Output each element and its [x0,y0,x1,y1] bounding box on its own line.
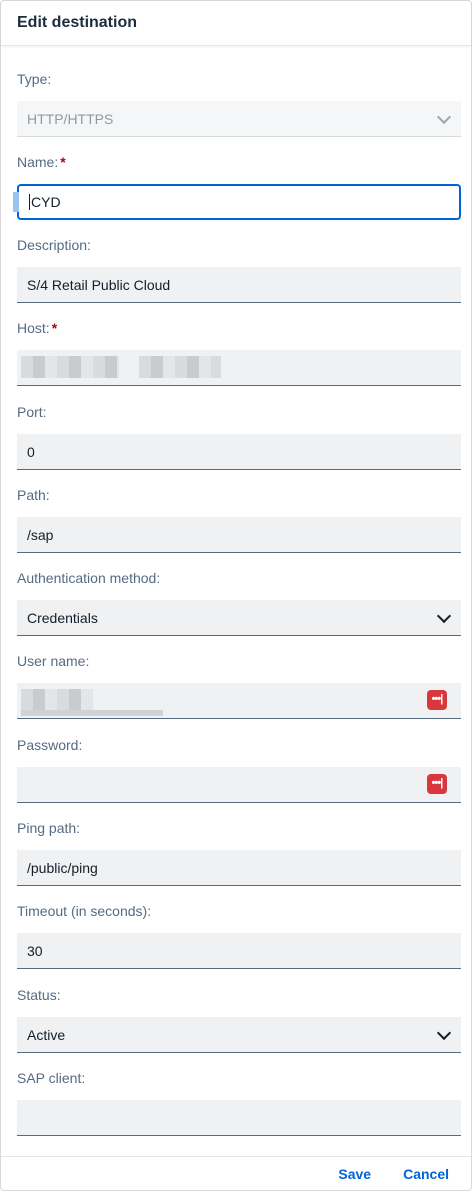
name-label: Name: * [17,154,66,170]
port-input[interactable]: 0 [17,434,461,470]
type-label: Type: [17,71,52,87]
name-input[interactable]: CYD [13,184,461,220]
description-input[interactable]: S/4 Retail Public Cloud [17,267,461,303]
auth-method-select[interactable]: Credentials [17,600,461,636]
port-field: Port: 0 [17,402,461,470]
required-marker: * [51,320,58,336]
auth-method-field: Authentication method: Credentials [17,568,461,636]
path-label: Path: [17,487,50,503]
status-field: Status: Active [17,985,461,1053]
type-field: Type: HTTP/HTTPS [17,69,461,137]
redacted-text [21,689,93,711]
timeout-label: Timeout (in seconds): [17,903,152,919]
chevron-down-icon [436,109,452,124]
host-label: Host: * [17,320,58,336]
redacted-text [21,356,119,378]
username-field: User name: •••| [17,651,461,719]
text-cursor [29,194,30,210]
password-field: Password: •••| [17,735,461,803]
chevron-down-icon[interactable] [436,608,452,623]
status-value: Active [27,1026,66,1043]
password-input[interactable]: •••| [17,767,461,803]
dialog-title: Edit destination [17,14,137,31]
timeout-value: 30 [27,942,43,959]
dialog-header: Edit destination [1,1,471,46]
name-value: CYD [31,194,61,210]
status-select[interactable]: Active [17,1017,461,1053]
password-manager-icon[interactable]: •••| [427,690,447,710]
timeout-field: Timeout (in seconds): 30 [17,901,461,969]
type-value: HTTP/HTTPS [27,110,114,127]
password-manager-icon[interactable]: •••| [427,774,447,794]
auth-method-label: Authentication method: [17,570,161,586]
ping-path-input[interactable]: /public/ping [17,850,461,886]
focus-indicator [13,192,19,212]
type-select: HTTP/HTTPS [17,101,461,137]
redacted-text [21,710,163,716]
sap-client-field: SAP client: [17,1068,461,1136]
path-input[interactable]: /sap [17,517,461,553]
edit-destination-dialog: Edit destination Type: HTTP/HTTPS Name: *… [0,0,472,1191]
sap-client-input[interactable] [17,1100,461,1136]
username-label: User name: [17,653,90,669]
sap-client-label: SAP client: [17,1070,86,1086]
ping-path-field: Ping path: /public/ping [17,818,461,886]
ping-path-label: Ping path: [17,820,81,836]
required-marker: * [60,154,66,170]
path-field: Path: /sap [17,485,461,553]
name-field: Name: * CYD [13,152,461,220]
username-input[interactable]: •••| [17,683,461,719]
status-label: Status: [17,987,61,1003]
password-label: Password: [17,737,83,753]
description-value: S/4 Retail Public Cloud [27,276,171,293]
auth-method-value: Credentials [27,609,98,626]
port-value: 0 [27,443,35,460]
port-label: Port: [17,404,47,420]
save-button[interactable]: Save [338,1166,371,1182]
description-field: Description: S/4 Retail Public Cloud [17,235,461,303]
redacted-text [139,356,221,378]
timeout-input[interactable]: 30 [17,933,461,969]
dialog-footer: Save Cancel [1,1156,471,1190]
chevron-down-icon[interactable] [436,1025,452,1040]
host-input[interactable] [17,350,461,386]
host-field: Host: * [17,318,461,386]
path-value: /sap [27,526,54,543]
cancel-button[interactable]: Cancel [403,1166,449,1182]
description-label: Description: [17,237,91,253]
ping-path-value: /public/ping [27,859,98,876]
